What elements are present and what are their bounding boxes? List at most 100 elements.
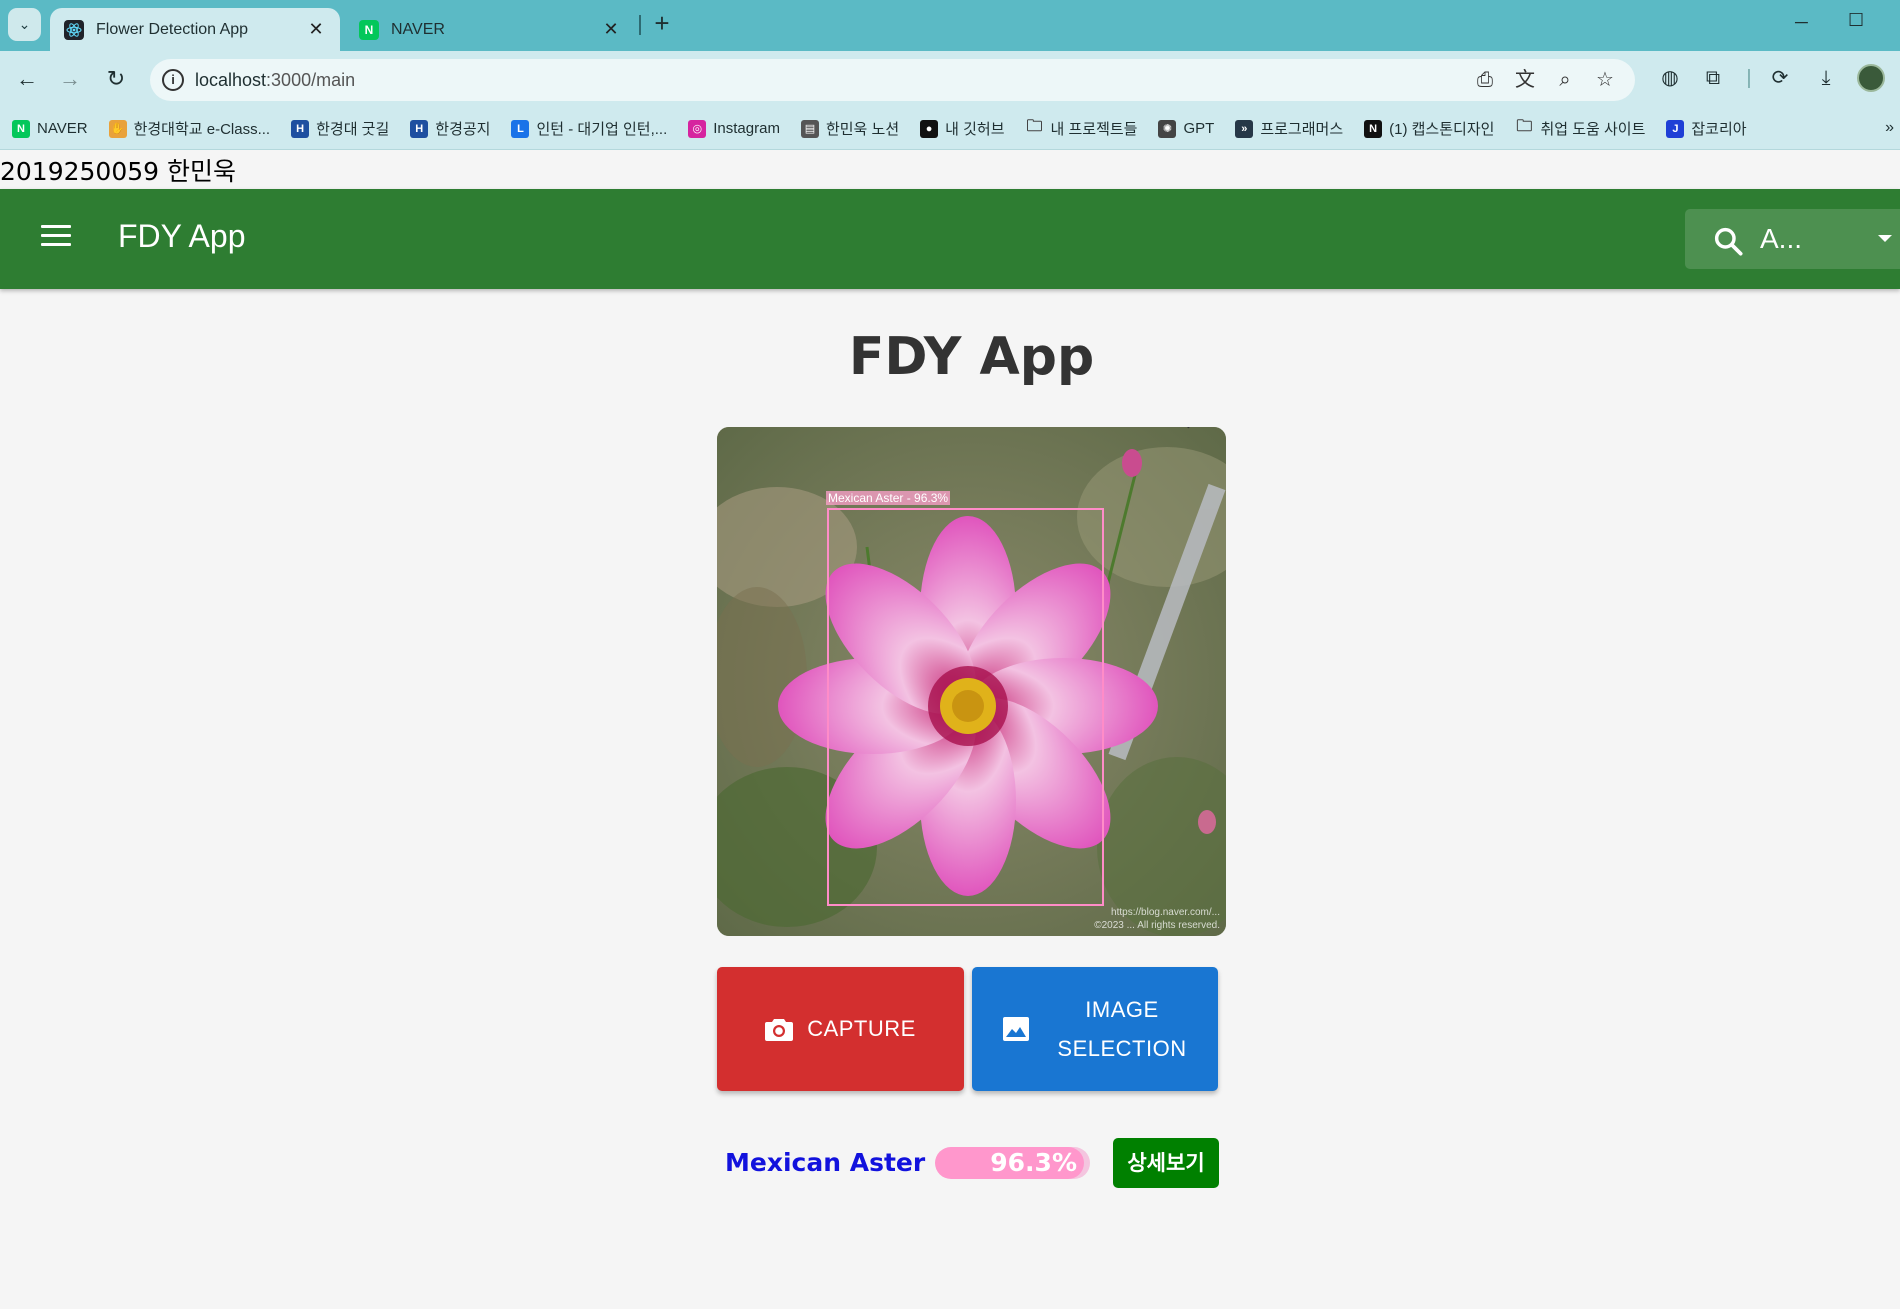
bookmark-label: 내 프로젝트들 (1050, 121, 1138, 138)
site-info-icon[interactable]: i (162, 69, 184, 91)
confidence-text: 96.3% (990, 1148, 1077, 1177)
back-arrow-icon[interactable]: ← (12, 64, 42, 94)
tab-flower-detection[interactable]: Flower Detection App ✕ (50, 8, 340, 51)
detection-label: Mexican Aster - 96.3% (826, 491, 951, 505)
react-icon (64, 19, 84, 40)
capture-label: CAPTURE (807, 1016, 916, 1041)
bookmark-item[interactable]: 🗀 내 프로젝트들 (1026, 118, 1138, 139)
bookmark-item[interactable]: J 잡코리아 (1666, 118, 1747, 139)
url-text[interactable]: localhost:3000/main (195, 70, 355, 91)
bookmark-item[interactable]: ● 내 깃허브 (920, 118, 1005, 139)
bookmark-item[interactable]: ▤ 한민욱 노션 (800, 118, 900, 139)
app-bar: FDY App A... (0, 189, 1900, 289)
camera-icon (765, 1017, 794, 1041)
bookmark-label: NAVER (37, 120, 88, 137)
naver-icon: N (12, 119, 30, 138)
instagram-icon: ◎ (688, 119, 707, 138)
bookmarks-bar: N NAVER ✋ 한경대학교 e-Class... H 한경대 굿길 H 한경공지 L 인턴 -… (0, 108, 1900, 150)
bookmark-item[interactable]: » 프로그래머스 (1235, 118, 1343, 139)
detection-bounding-box (827, 508, 1104, 906)
translate-icon[interactable]: 文 (1513, 68, 1537, 92)
confidence-bar: 96.3% (935, 1147, 1090, 1179)
bookmark-label: 프로그래머스 (1260, 121, 1344, 138)
bookmark-label: (1) 캡스톤디자인 (1389, 121, 1495, 138)
app-bar-title: FDY App (118, 218, 246, 254)
bookmark-item[interactable]: 🗀 취업 도움 사이트 (1515, 118, 1645, 139)
tab-naver[interactable]: N NAVER ✕ (345, 8, 635, 51)
page-title: FDY App (848, 327, 1095, 387)
flower-search-select[interactable]: A... (1685, 209, 1900, 269)
programmers-icon: » (1235, 119, 1254, 138)
profile-avatar[interactable] (1857, 64, 1885, 92)
naver-icon: N (359, 19, 379, 40)
zoom-icon[interactable]: ⌕ (1553, 68, 1577, 92)
bookmark-item[interactable]: N NAVER (12, 119, 88, 138)
install-app-icon[interactable]: ⎙ (1473, 68, 1497, 92)
document-icon: ▤ (800, 119, 819, 138)
image-selection-label: IMAGE SELECTION (1057, 997, 1187, 1061)
bookmark-item[interactable]: ✺ GPT (1158, 119, 1215, 138)
reload-icon[interactable]: ↻ (101, 64, 131, 94)
menu-icon[interactable] (41, 225, 71, 249)
image-watermark: https://blog.naver.com/... ©2023 ... All… (1094, 906, 1220, 932)
url-host: localhost (195, 70, 267, 90)
result-flower-name: Mexican Aster (725, 1148, 926, 1177)
image-selection-button[interactable]: IMAGE SELECTION (972, 967, 1218, 1091)
detected-flower-image: Mexican Aster - 96.3% https://blog.naver… (717, 427, 1226, 936)
bookmark-item[interactable]: N (1) 캡스톤디자인 (1364, 118, 1494, 139)
folder-icon: 🗀 (1026, 118, 1043, 135)
hk-icon: H (410, 119, 429, 138)
image-icon (1003, 1017, 1029, 1041)
url-path: :3000/main (266, 70, 356, 90)
minimize-icon[interactable]: ─ (1795, 12, 1808, 33)
jobkorea-icon: J (1666, 119, 1685, 138)
folder-icon: 🗀 (1516, 118, 1533, 135)
bookmark-label: 인턴 - 대기업 인턴,... (536, 121, 668, 138)
browser-toolbar: ← → ↻ i localhost:3000/main ⎙ 文 ⌕ ☆ ◍ ⧉ … (0, 51, 1900, 108)
bookmark-label: 한민욱 노션 (825, 121, 900, 138)
capture-button[interactable]: CAPTURE (717, 967, 964, 1091)
tab-close-icon[interactable]: ✕ (306, 19, 326, 40)
maximize-icon[interactable]: ☐ (1848, 10, 1864, 31)
search-value: A... (1760, 223, 1803, 254)
search-icon (1714, 227, 1743, 256)
bookmark-item[interactable]: ◎ Instagram (688, 119, 780, 138)
forward-arrow-icon[interactable]: → (55, 64, 85, 94)
tab-separator (639, 15, 641, 35)
tab-search-chevron-icon[interactable]: ⌄ (8, 8, 41, 41)
bookmark-item[interactable]: H 한경대 굿길 (291, 118, 389, 139)
bookmark-item[interactable]: H 한경공지 (410, 118, 490, 139)
bookmark-label: 내 깃허브 (945, 121, 1005, 138)
hand-icon: ✋ (108, 119, 127, 138)
bookmark-item[interactable]: ✋ 한경대학교 e-Class... (108, 118, 271, 139)
extensions-puzzle-icon[interactable]: ⧉ (1699, 64, 1727, 92)
bookmark-label: 잡코리아 (1691, 121, 1747, 138)
bookmark-label: 한경공지 (435, 121, 491, 138)
bookmark-label: 한경대학교 e-Class... (133, 121, 271, 138)
openai-icon: ✺ (1158, 119, 1177, 138)
notion-icon: N (1364, 119, 1383, 138)
tab-title: NAVER (391, 20, 445, 38)
bookmark-label: GPT (1183, 120, 1215, 137)
tab-close-icon[interactable]: ✕ (601, 19, 621, 40)
extension-globe-icon[interactable]: ◍ (1656, 64, 1684, 92)
bookmarks-overflow-icon[interactable]: » (1885, 119, 1894, 137)
hk-icon: H (291, 119, 310, 138)
toolbar-divider: | (1746, 67, 1752, 89)
bookmark-item[interactable]: L 인턴 - 대기업 인턴,... (511, 118, 667, 139)
bookmark-star-icon[interactable]: ☆ (1593, 68, 1617, 92)
tab-title: Flower Detection App (96, 20, 249, 38)
github-icon: ● (920, 119, 939, 138)
bookmark-label: Instagram (713, 120, 780, 137)
browser-tabstrip: ⌄ Flower Detection App ✕ N NAVER ✕ + ─ ☐ (0, 0, 1900, 51)
bookmark-label: 한경대 굿길 (316, 121, 390, 138)
watermark-line-1: https://blog.naver.com/... (1111, 907, 1220, 918)
new-tab-button[interactable]: + (648, 10, 676, 38)
detail-view-button[interactable]: 상세보기 (1113, 1138, 1219, 1188)
bookmark-label: 취업 도움 사이트 (1540, 121, 1646, 138)
l-icon: L (511, 119, 530, 138)
performance-icon[interactable]: ⟳ (1766, 64, 1794, 92)
dropdown-caret-icon[interactable] (1878, 235, 1892, 242)
address-bar[interactable]: i localhost:3000/main ⎙ 文 ⌕ ☆ (150, 59, 1635, 101)
download-icon[interactable]: ⤓ (1812, 64, 1840, 92)
